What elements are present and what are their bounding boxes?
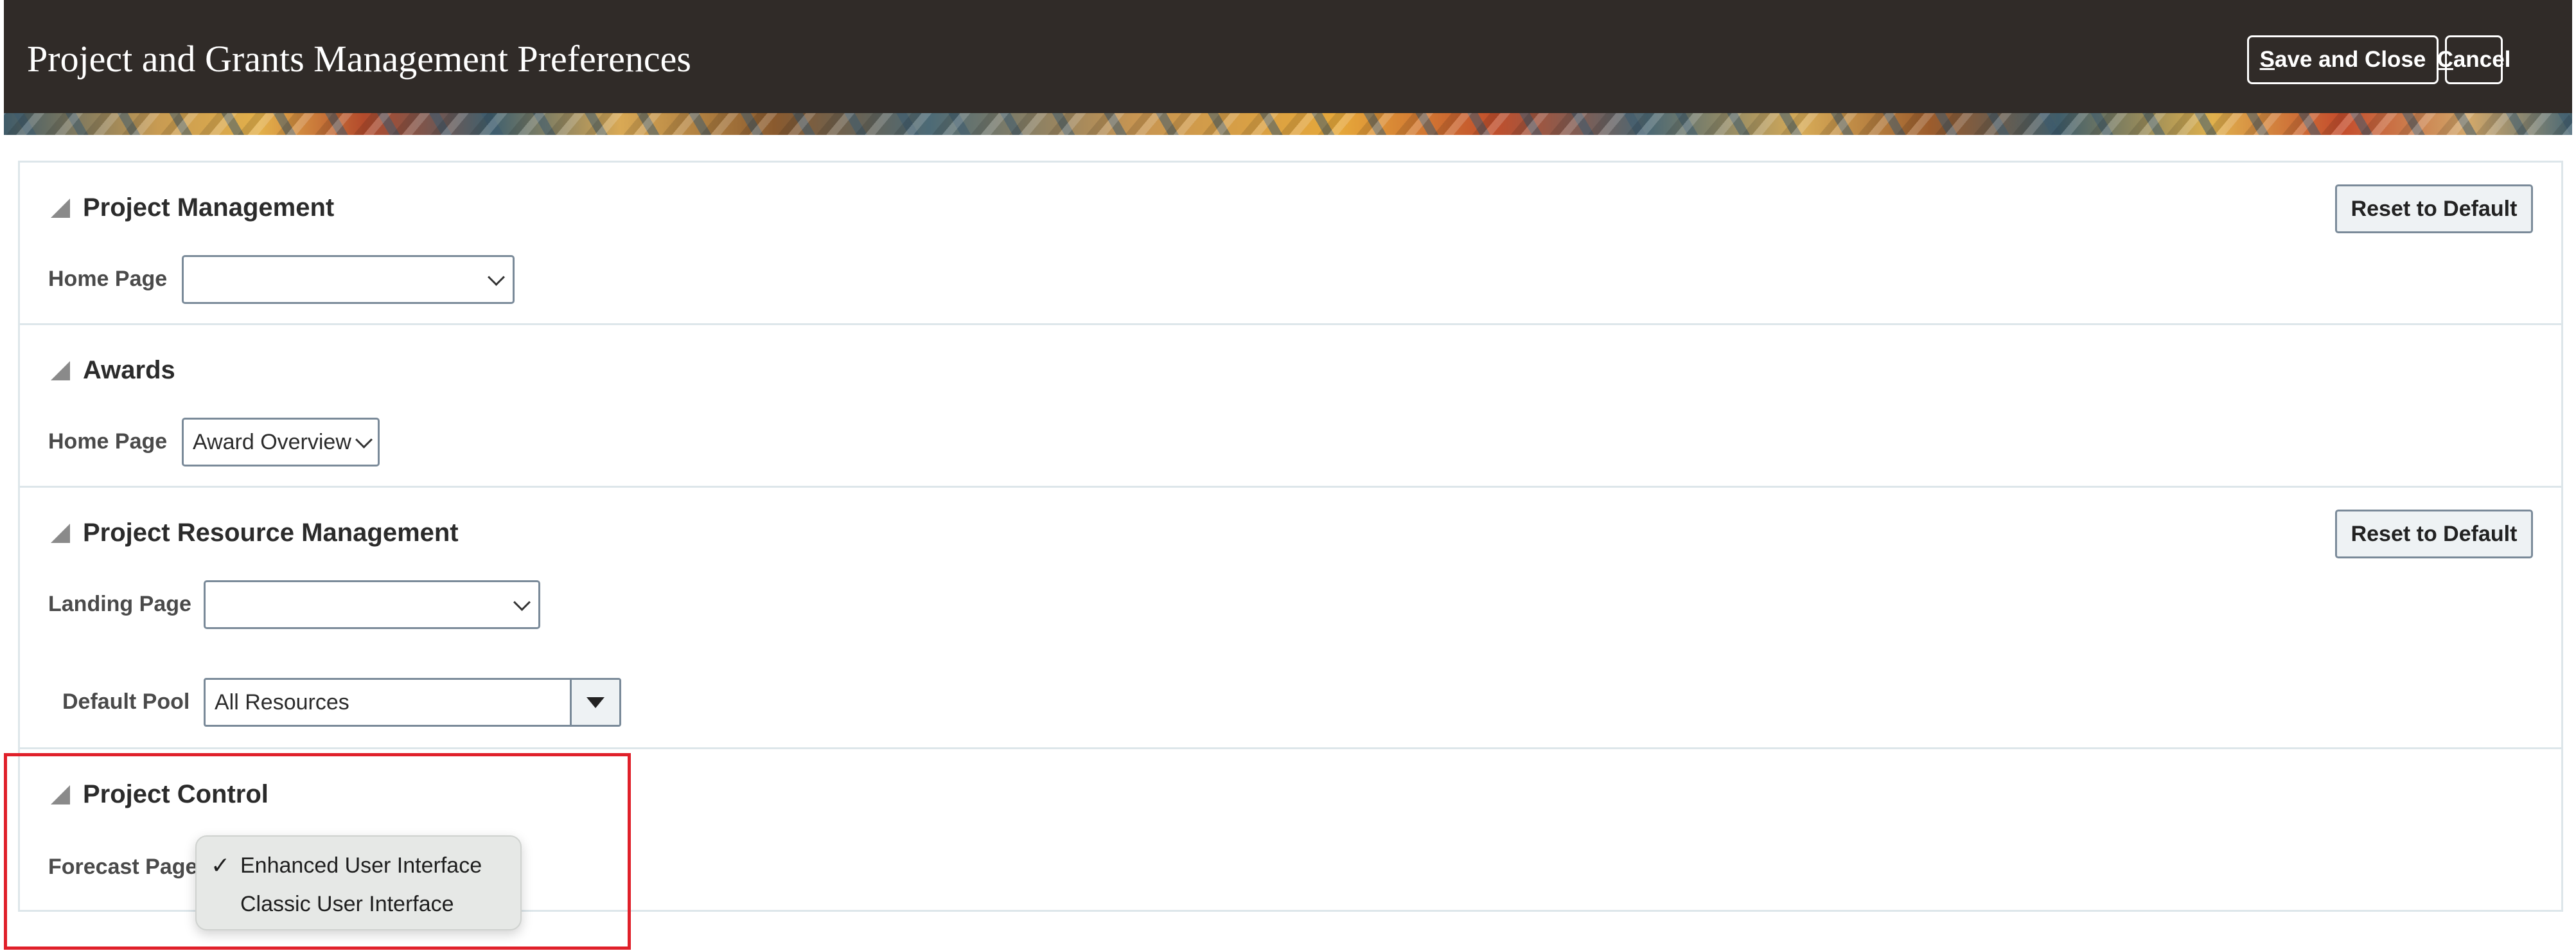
menu-item-label: Classic User Interface [240,891,454,916]
landing-page-label: Landing Page [48,592,191,616]
section-header-project-resource-management[interactable]: Project Resource Management [51,519,459,547]
awards-home-page-value: Award Overview [193,429,351,454]
save-and-close-label: ave and Close [2274,47,2426,72]
save-and-close-button[interactable]: Save and Close [2247,35,2439,84]
reset-to-default-button[interactable]: Reset to Default [2335,510,2533,558]
menu-item-label: Enhanced User Interface [240,853,482,878]
decorative-banner [4,113,2572,135]
menu-item-enhanced-user-interface[interactable]: ✓ Enhanced User Interface [197,847,520,884]
collapse-triangle-icon[interactable] [51,360,70,380]
page-header: Project and Grants Management Preference… [4,0,2572,113]
reset-to-default-button[interactable]: Reset to Default [2335,184,2533,233]
forecast-page-dropdown-menu[interactable]: ✓ Enhanced User Interface Classic User I… [195,835,522,930]
section-title: Project Resource Management [83,519,459,547]
save-and-close-mnemonic: S [2259,47,2275,72]
section-project-management: Project Management Reset to Default Home… [18,161,2563,325]
collapse-triangle-icon[interactable] [51,523,70,543]
default-pool-value[interactable]: All Resources [206,680,570,725]
home-page-label: Home Page [48,429,168,454]
landing-page-select[interactable] [204,580,540,629]
cancel-mnemonic: C [2437,47,2453,72]
chevron-down-icon [513,594,531,611]
chevron-down-icon [355,431,373,449]
caret-down-icon [587,697,604,708]
home-page-select[interactable] [182,255,515,304]
section-awards: Awards Home Page Award Overview [18,323,2563,488]
section-header-project-management[interactable]: Project Management [51,193,334,222]
section-header-awards[interactable]: Awards [51,356,175,385]
menu-item-classic-user-interface[interactable]: Classic User Interface [197,885,520,923]
cancel-label: ancel [2453,47,2511,72]
default-pool-combobox[interactable]: All Resources [204,678,621,727]
section-title: Project Management [83,193,335,222]
page-title: Project and Grants Management Preference… [27,38,691,80]
cancel-button[interactable]: Cancel [2437,35,2510,84]
section-title: Awards [83,356,175,384]
checkmark-icon: ✓ [211,852,231,878]
collapse-triangle-icon[interactable] [51,198,70,218]
default-pool-label: Default Pool [62,689,190,714]
section-project-resource-management: Project Resource Management Reset to Def… [18,486,2563,749]
default-pool-dropdown-button[interactable] [570,680,619,725]
home-page-label: Home Page [48,267,168,291]
awards-home-page-select[interactable]: Award Overview [182,418,380,467]
chevron-down-icon [488,269,505,286]
